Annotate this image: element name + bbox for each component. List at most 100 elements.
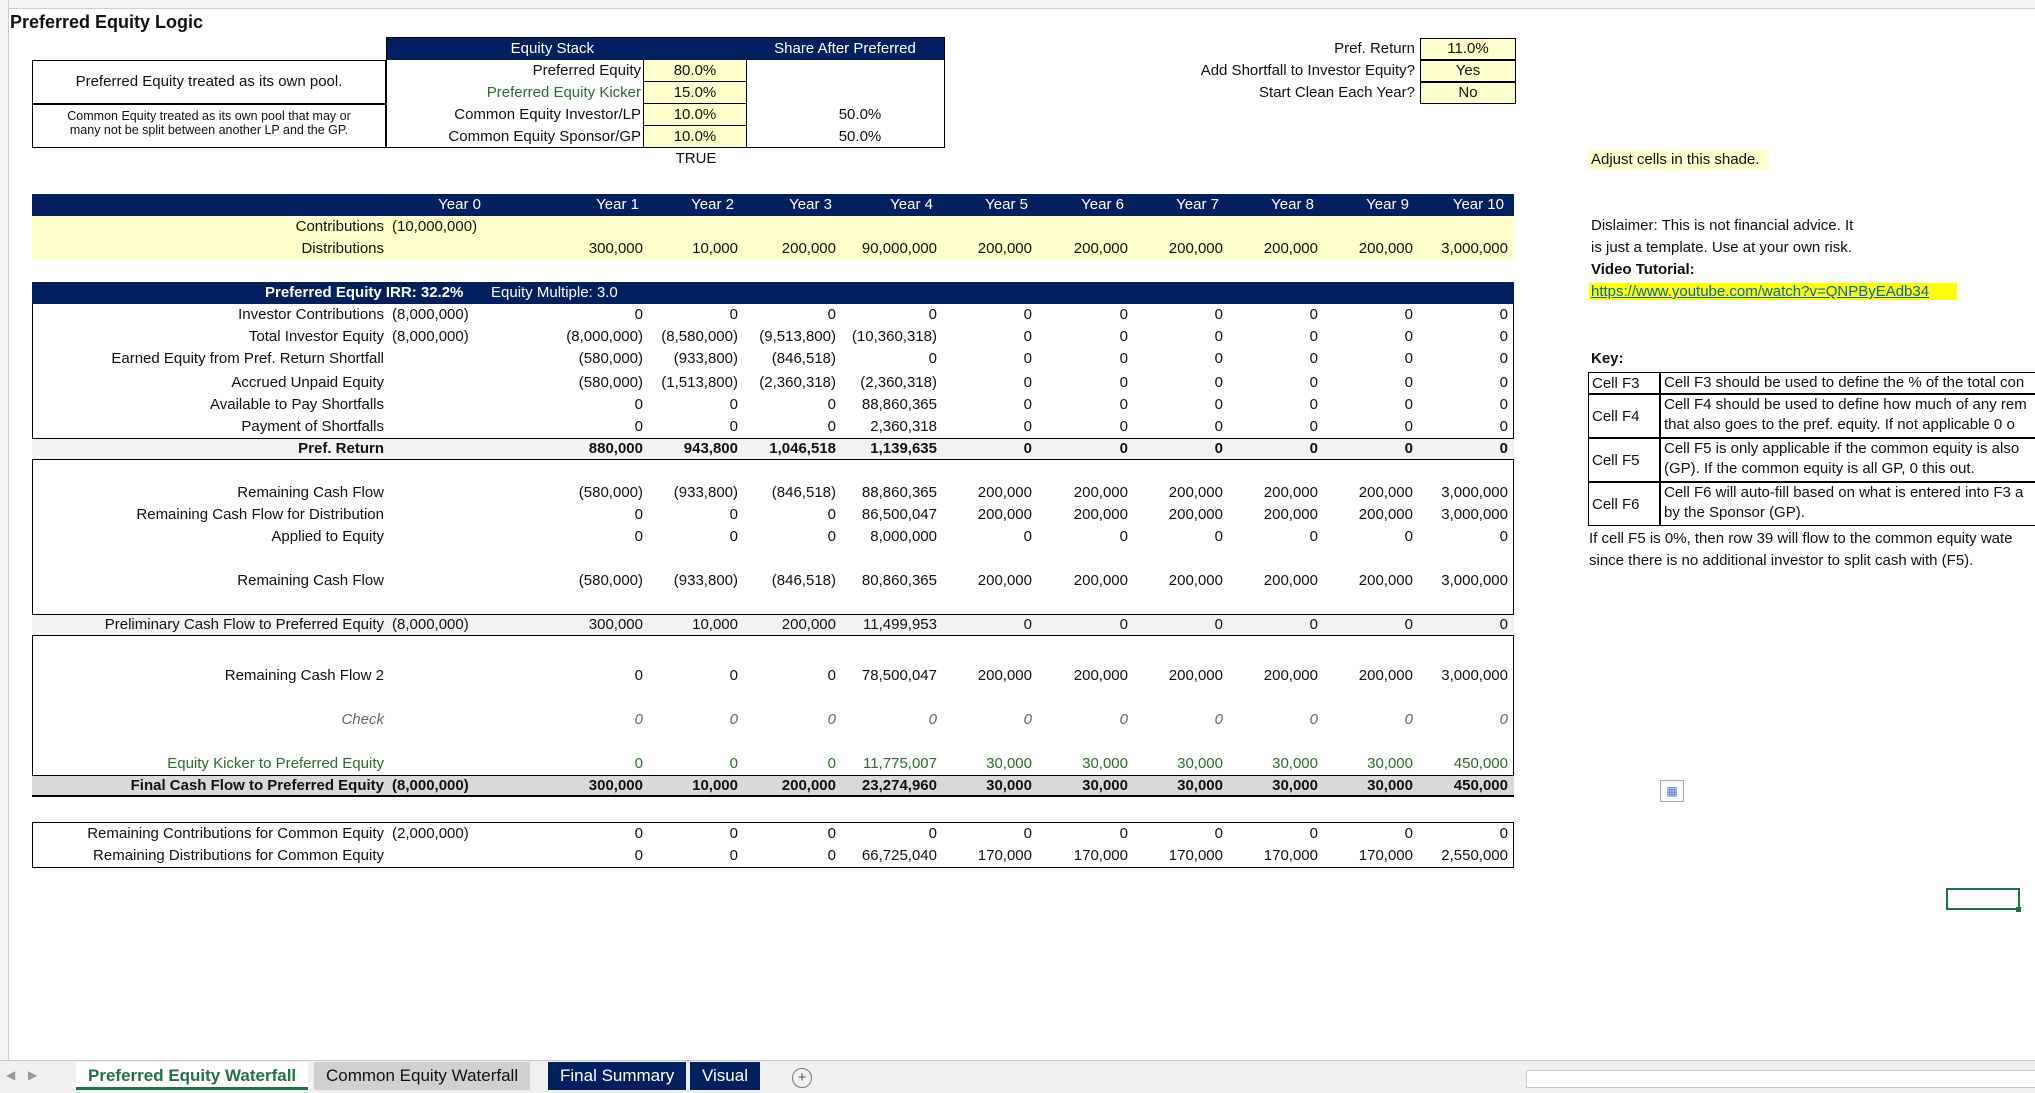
row-value: 0 bbox=[1214, 825, 1223, 842]
equity-stack-input[interactable]: 10.0% bbox=[644, 104, 747, 126]
row-value: 0 bbox=[1309, 328, 1318, 345]
share-after-preferred-header: Share After Preferred bbox=[774, 40, 916, 57]
row-value: 30,000 bbox=[1082, 777, 1128, 794]
row-value: 0 bbox=[1309, 825, 1318, 842]
row-value: (2,360,318) bbox=[860, 374, 937, 391]
row-value: 200,000 bbox=[1168, 240, 1223, 257]
row-value: 0 bbox=[827, 396, 836, 413]
row-value: 0 bbox=[1499, 440, 1508, 457]
row-value: 30,000 bbox=[986, 777, 1032, 794]
adjust-note: Adjust cells in this shade. bbox=[1588, 150, 1769, 170]
row-value: (846,518) bbox=[771, 350, 836, 367]
row-value: (846,518) bbox=[771, 484, 836, 501]
row-value: (933,800) bbox=[673, 350, 738, 367]
add-sheet-icon[interactable]: + bbox=[792, 1068, 812, 1088]
row-value: 0 bbox=[1309, 396, 1318, 413]
row-value: 0 bbox=[1404, 528, 1413, 545]
equity-stack-input[interactable]: 15.0% bbox=[644, 82, 747, 104]
row-value bbox=[392, 394, 492, 416]
row-value: 0 bbox=[1309, 374, 1318, 391]
video-tutorial-link[interactable]: https://www.youtube.com/watch?v=QNPByEAd… bbox=[1589, 283, 1957, 300]
row-value: 23,274,960 bbox=[861, 777, 937, 794]
row-value: 0 bbox=[1499, 616, 1508, 633]
row-value: 30,000 bbox=[1082, 755, 1128, 772]
setting-input[interactable]: No bbox=[1420, 82, 1516, 104]
row-value: 0 bbox=[1309, 350, 1318, 367]
scroll-right-icon[interactable]: ▶ bbox=[28, 1068, 37, 1082]
row-value: 0 bbox=[827, 755, 836, 772]
selected-cell[interactable] bbox=[1946, 888, 2020, 910]
setting-input[interactable]: Yes bbox=[1420, 60, 1516, 82]
tab-final-summary[interactable]: Final Summary bbox=[548, 1062, 687, 1090]
row-value: 0 bbox=[1499, 328, 1508, 345]
row-value: 2,360,318 bbox=[870, 418, 937, 435]
row-value: (580,000) bbox=[578, 350, 643, 367]
row-value: 0 bbox=[729, 667, 738, 684]
row-value: 0 bbox=[634, 667, 643, 684]
row-value: 86,500,047 bbox=[861, 506, 937, 523]
row-value bbox=[392, 570, 492, 592]
pref-equity-header-bar bbox=[32, 282, 1514, 304]
row-value: 0 bbox=[827, 306, 836, 323]
row-value: 200,000 bbox=[1168, 572, 1223, 589]
row-value: 0 bbox=[928, 350, 937, 367]
row-value: 0 bbox=[1023, 396, 1032, 413]
horizontal-scrollbar[interactable] bbox=[1526, 1070, 2035, 1088]
year-header: Year 0 bbox=[438, 196, 481, 213]
row-value: 0 bbox=[634, 825, 643, 842]
row-value: 0 bbox=[1119, 396, 1128, 413]
page-title: Preferred Equity Logic bbox=[10, 12, 204, 32]
row-value: 0 bbox=[1499, 374, 1508, 391]
equity-stack-label: Preferred Equity Kicker bbox=[386, 82, 644, 104]
row-value: 200,000 bbox=[1168, 506, 1223, 523]
row-value: 200,000 bbox=[1073, 572, 1128, 589]
row-value bbox=[1028, 216, 1128, 238]
equity-stack-input[interactable]: 80.0% bbox=[644, 60, 747, 82]
setting-input[interactable]: 11.0% bbox=[1420, 38, 1516, 60]
row-value: 0 bbox=[1119, 350, 1128, 367]
row-label: Remaining Distributions for Common Equit… bbox=[93, 847, 384, 864]
row-value: 170,000 bbox=[1358, 847, 1413, 864]
row-value bbox=[932, 216, 1032, 238]
row-value: (580,000) bbox=[578, 374, 643, 391]
row-value: 200,000 bbox=[977, 484, 1032, 501]
row-value: 0 bbox=[1309, 528, 1318, 545]
paste-options-icon[interactable]: ▦ bbox=[1660, 780, 1684, 802]
row-value: 78,500,047 bbox=[861, 667, 937, 684]
row-value: 0 bbox=[1404, 616, 1413, 633]
video-tutorial-label: Video Tutorial: bbox=[1591, 261, 1695, 278]
row-value: 0 bbox=[729, 528, 738, 545]
year-header: Year 3 bbox=[789, 196, 832, 213]
row-value: 0 bbox=[1119, 528, 1128, 545]
row-value: 0 bbox=[1119, 711, 1128, 728]
key-description-line: Cell F4 should be used to define how muc… bbox=[1664, 396, 2027, 413]
selection-handle[interactable] bbox=[2016, 907, 2021, 912]
row-value: 30,000 bbox=[1367, 777, 1413, 794]
row-label: Distributions bbox=[301, 240, 384, 257]
column-header-strip bbox=[0, 0, 2035, 9]
row-value: 0 bbox=[1214, 396, 1223, 413]
scroll-left-icon[interactable]: ◀ bbox=[6, 1068, 15, 1082]
tab-visual[interactable]: Visual bbox=[690, 1062, 760, 1090]
row-value: 200,000 bbox=[1168, 484, 1223, 501]
row-value: 200,000 bbox=[781, 616, 836, 633]
row-value: 0 bbox=[827, 847, 836, 864]
tab-preferred-equity-waterfall[interactable]: Preferred Equity Waterfall bbox=[76, 1062, 309, 1090]
row-value: 0 bbox=[1214, 350, 1223, 367]
row-value: 0 bbox=[1023, 418, 1032, 435]
row-value: 170,000 bbox=[1168, 847, 1223, 864]
row-value: (846,518) bbox=[771, 572, 836, 589]
tab-common-equity-waterfall[interactable]: Common Equity Waterfall bbox=[314, 1062, 531, 1090]
row-value: 200,000 bbox=[1073, 667, 1128, 684]
row-value: 0 bbox=[928, 825, 937, 842]
equity-stack-input[interactable]: 10.0% bbox=[644, 126, 747, 148]
row-label: Remaining Cash Flow for Distribution bbox=[136, 506, 384, 523]
row-value bbox=[392, 526, 492, 548]
row-label: Equity Kicker to Preferred Equity bbox=[167, 755, 384, 772]
row-value bbox=[392, 372, 492, 394]
row-value: 200,000 bbox=[1263, 484, 1318, 501]
setting-label: Add Shortfall to Investor Equity? bbox=[1200, 62, 1415, 79]
row-value: 0 bbox=[1499, 306, 1508, 323]
row-value: 10,000 bbox=[692, 240, 738, 257]
row-value: 0 bbox=[729, 306, 738, 323]
